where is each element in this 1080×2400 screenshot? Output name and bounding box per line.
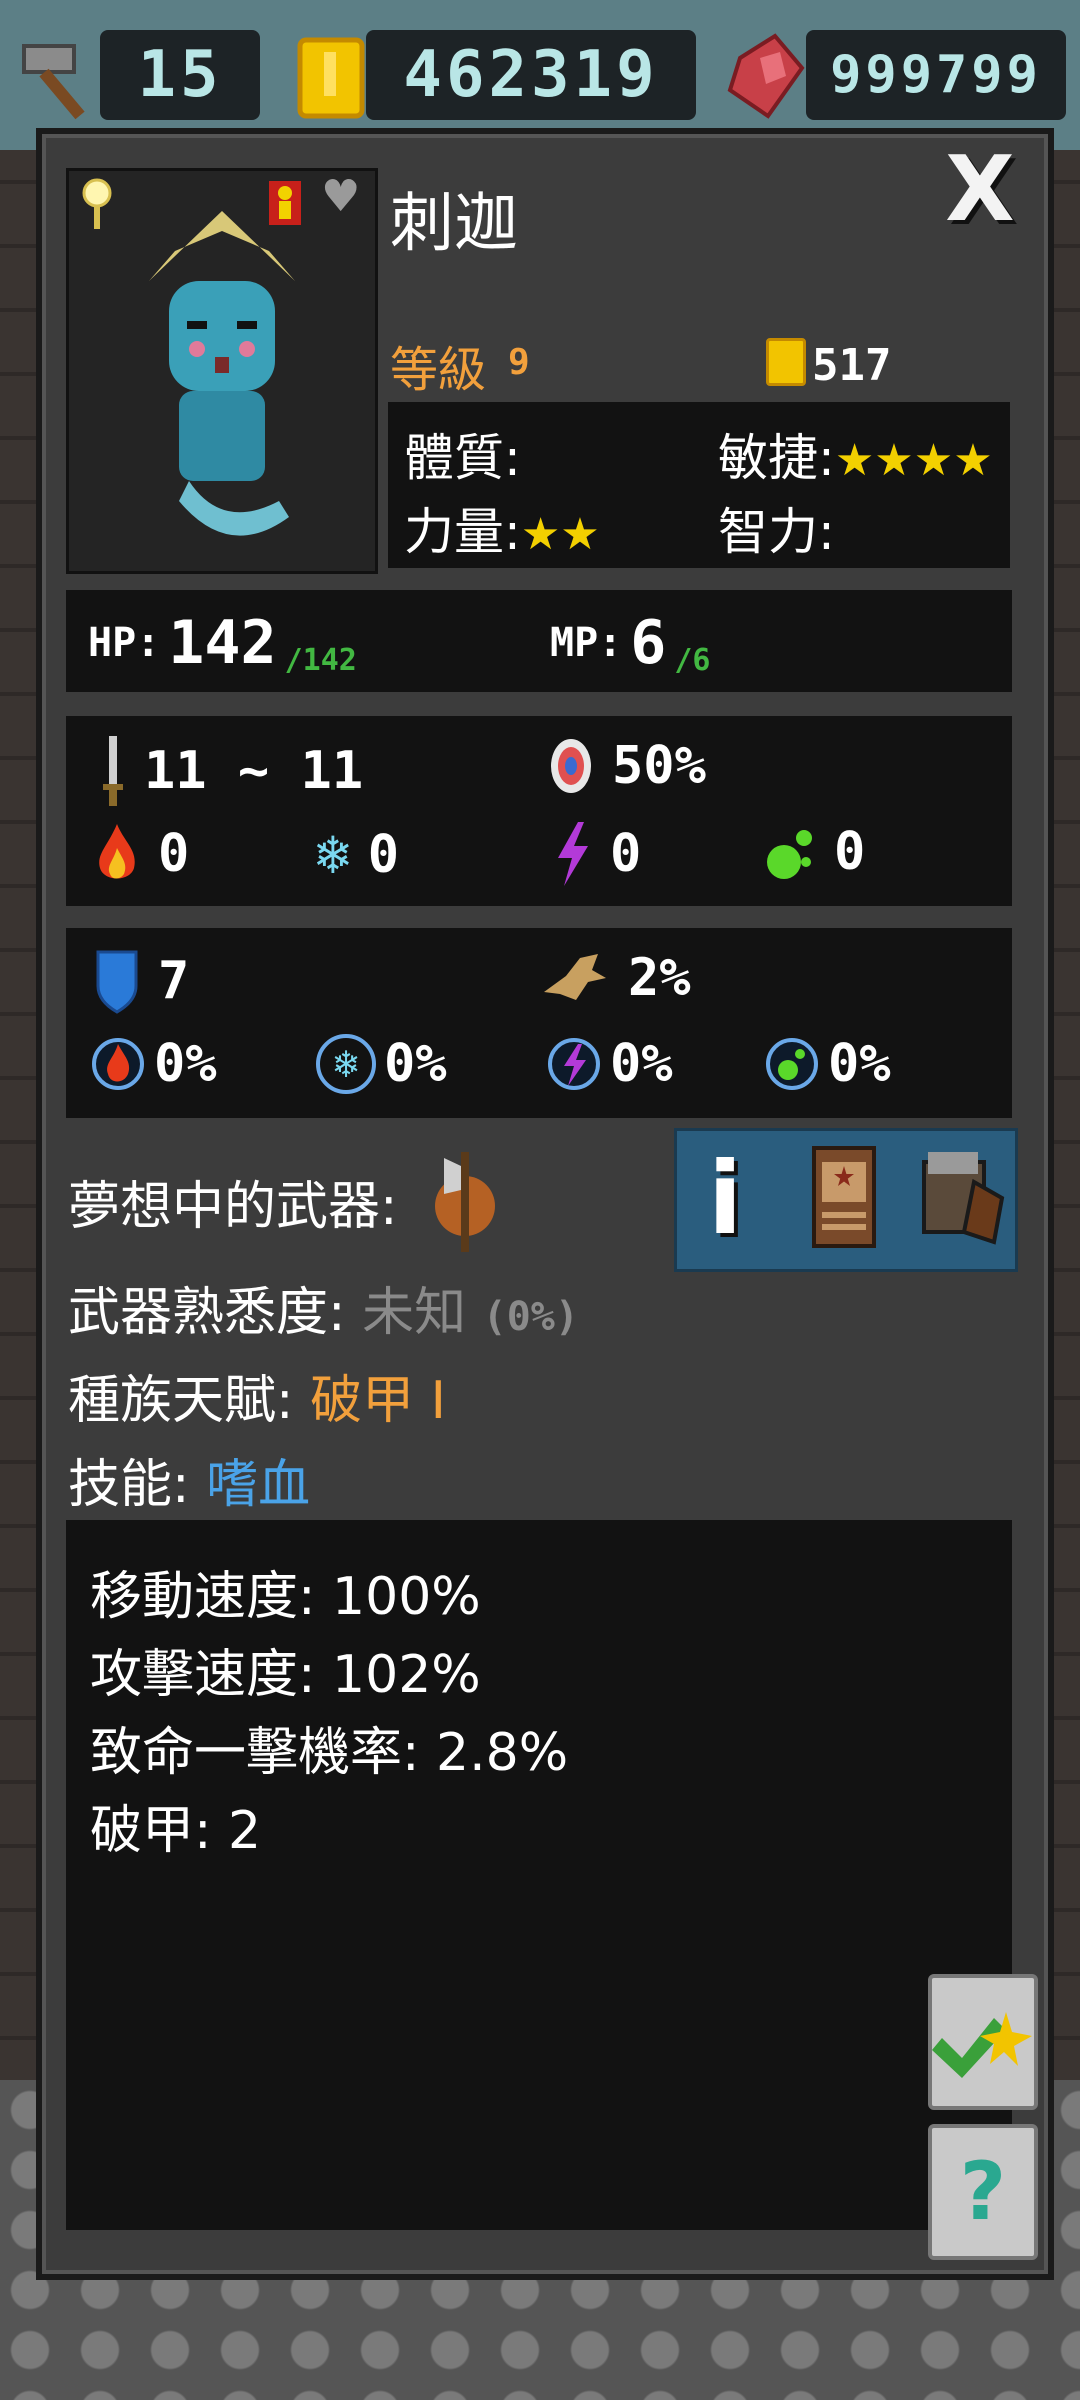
naga-character-sprite: [149, 211, 295, 536]
lightning-resist-value: 0%: [610, 1034, 673, 1094]
dream-weapon-label: 夢想中的武器:: [68, 1177, 398, 1237]
poison-damage-row: 0: [764, 822, 865, 882]
help-button[interactable]: ?: [928, 2124, 1038, 2260]
poison-resist-value: 0%: [828, 1034, 891, 1094]
constitution-label: 體質:: [404, 429, 521, 487]
ice-damage-row: ❄ 0: [316, 822, 399, 887]
axe-weapon-icon[interactable]: [430, 1146, 500, 1256]
agility-stars: ★★★★: [834, 435, 993, 486]
spellbook-icon[interactable]: [808, 1142, 880, 1252]
racial-talent-value[interactable]: 破甲 I: [310, 1371, 446, 1431]
attack-speed-line: 攻擊速度: 102%: [90, 1645, 481, 1705]
skill-row: 技能: 嗜血: [68, 1442, 310, 1517]
sword-icon: [103, 736, 123, 806]
gem-count: 999799: [806, 30, 1066, 120]
damage-row: 11 ~ 11: [100, 736, 363, 806]
weapon-familiarity-label: 武器熟悉度:: [68, 1283, 346, 1343]
hp-label: HP:: [88, 620, 161, 666]
lightning-icon: [558, 822, 588, 886]
mp-max: /6: [674, 643, 711, 678]
intelligence-label: 智力:: [718, 503, 835, 561]
crit-chance-line: 致命一擊機率: 2.8%: [90, 1723, 569, 1783]
dodge-row: 2%: [540, 948, 691, 1008]
character-gold: 517: [766, 338, 891, 391]
racial-talent-label: 種族天賦:: [68, 1371, 294, 1431]
fire-resist-icon: [92, 1038, 144, 1090]
hp-value: 142: [168, 608, 277, 678]
poison-resist-row: 0%: [764, 1034, 891, 1094]
ice-damage-value: 0: [367, 824, 400, 885]
racial-talent-row: 種族天賦: 破甲 I: [68, 1358, 446, 1433]
mp-value: 6: [630, 608, 667, 678]
character-name: 刺迦: [390, 187, 518, 261]
lightbulb-icon: [82, 178, 112, 229]
strength-stat: 力量:★★: [404, 492, 600, 564]
armor-row: 7: [94, 948, 189, 1014]
level-label: 等級: [390, 342, 487, 398]
dodge-value: 2%: [628, 948, 691, 1008]
checkmark-star-icon: [932, 2012, 1032, 2078]
accuracy-value: 50%: [612, 736, 706, 796]
poison-damage-value: 0: [834, 822, 866, 882]
hammer-icon: [22, 44, 85, 120]
lightning-resist-row: 0%: [546, 1034, 673, 1094]
accuracy-row: 50%: [548, 736, 706, 796]
ice-resist-icon: ❄: [316, 1034, 376, 1094]
ice-resist-value: 0%: [384, 1034, 447, 1094]
fire-resist-row: 0%: [90, 1034, 217, 1094]
skill-value[interactable]: 嗜血: [206, 1455, 310, 1515]
hp-max: /142: [284, 643, 357, 678]
confirm-button[interactable]: [928, 1974, 1038, 2110]
weapon-familiarity-row: 武器熟悉度: 未知 (0%): [68, 1270, 579, 1345]
dream-weapon-row: 夢想中的武器:: [68, 1164, 398, 1239]
target-icon: [551, 739, 591, 793]
fire-resist-value: 0%: [154, 1034, 217, 1094]
level-value: 9: [508, 342, 530, 383]
fire-icon: [99, 824, 135, 879]
hammer-count: 15: [100, 30, 260, 120]
strength-badge-icon: [269, 181, 301, 225]
gold-coin-icon: [766, 338, 806, 386]
equipment-armor-icon[interactable]: [914, 1142, 1006, 1252]
red-gem-icon: [727, 33, 805, 119]
gold-coin-icon: [297, 37, 365, 119]
damage-value: 11 ~ 11: [144, 741, 364, 801]
snowflake-icon: ❄: [316, 822, 350, 887]
gold-count: 462319: [366, 30, 696, 120]
character-gold-value: 517: [812, 340, 892, 391]
weapon-familiarity-value: 未知: [362, 1283, 467, 1343]
mp-label: MP:: [550, 620, 623, 666]
strength-label: 力量:: [404, 503, 521, 561]
character-portrait: ♥: [66, 168, 378, 574]
armor-pierce-line: 破甲: 2: [90, 1801, 262, 1861]
move-speed-line: 移動速度: 100%: [90, 1567, 481, 1627]
hp-row: HP: 142 /142: [88, 608, 357, 678]
agility-stat: 敏捷:★★★★: [718, 418, 993, 490]
lightning-damage-row: 0: [552, 822, 641, 886]
fire-damage-row: 0: [94, 822, 189, 886]
lightning-damage-value: 0: [610, 824, 642, 884]
agility-label: 敏捷:: [718, 429, 835, 487]
info-button[interactable]: i: [708, 1140, 742, 1257]
strength-stars: ★★: [520, 509, 600, 560]
dodge-icon: [544, 954, 606, 1000]
weapon-familiarity-percent: (0%): [482, 1294, 579, 1340]
armor-value: 7: [158, 951, 190, 1011]
mp-row: MP: 6 /6: [550, 608, 711, 678]
poison-icon: [767, 830, 812, 879]
poison-resist-icon: [766, 1038, 818, 1090]
shield-icon: [96, 950, 138, 1014]
close-button[interactable]: X: [940, 145, 1020, 235]
favorite-heart-icon[interactable]: ♥: [321, 171, 360, 222]
ice-resist-row: ❄ 0%: [316, 1034, 447, 1094]
fire-damage-value: 0: [158, 824, 190, 884]
lightning-resist-icon: [548, 1038, 600, 1090]
skill-label: 技能:: [68, 1455, 190, 1515]
